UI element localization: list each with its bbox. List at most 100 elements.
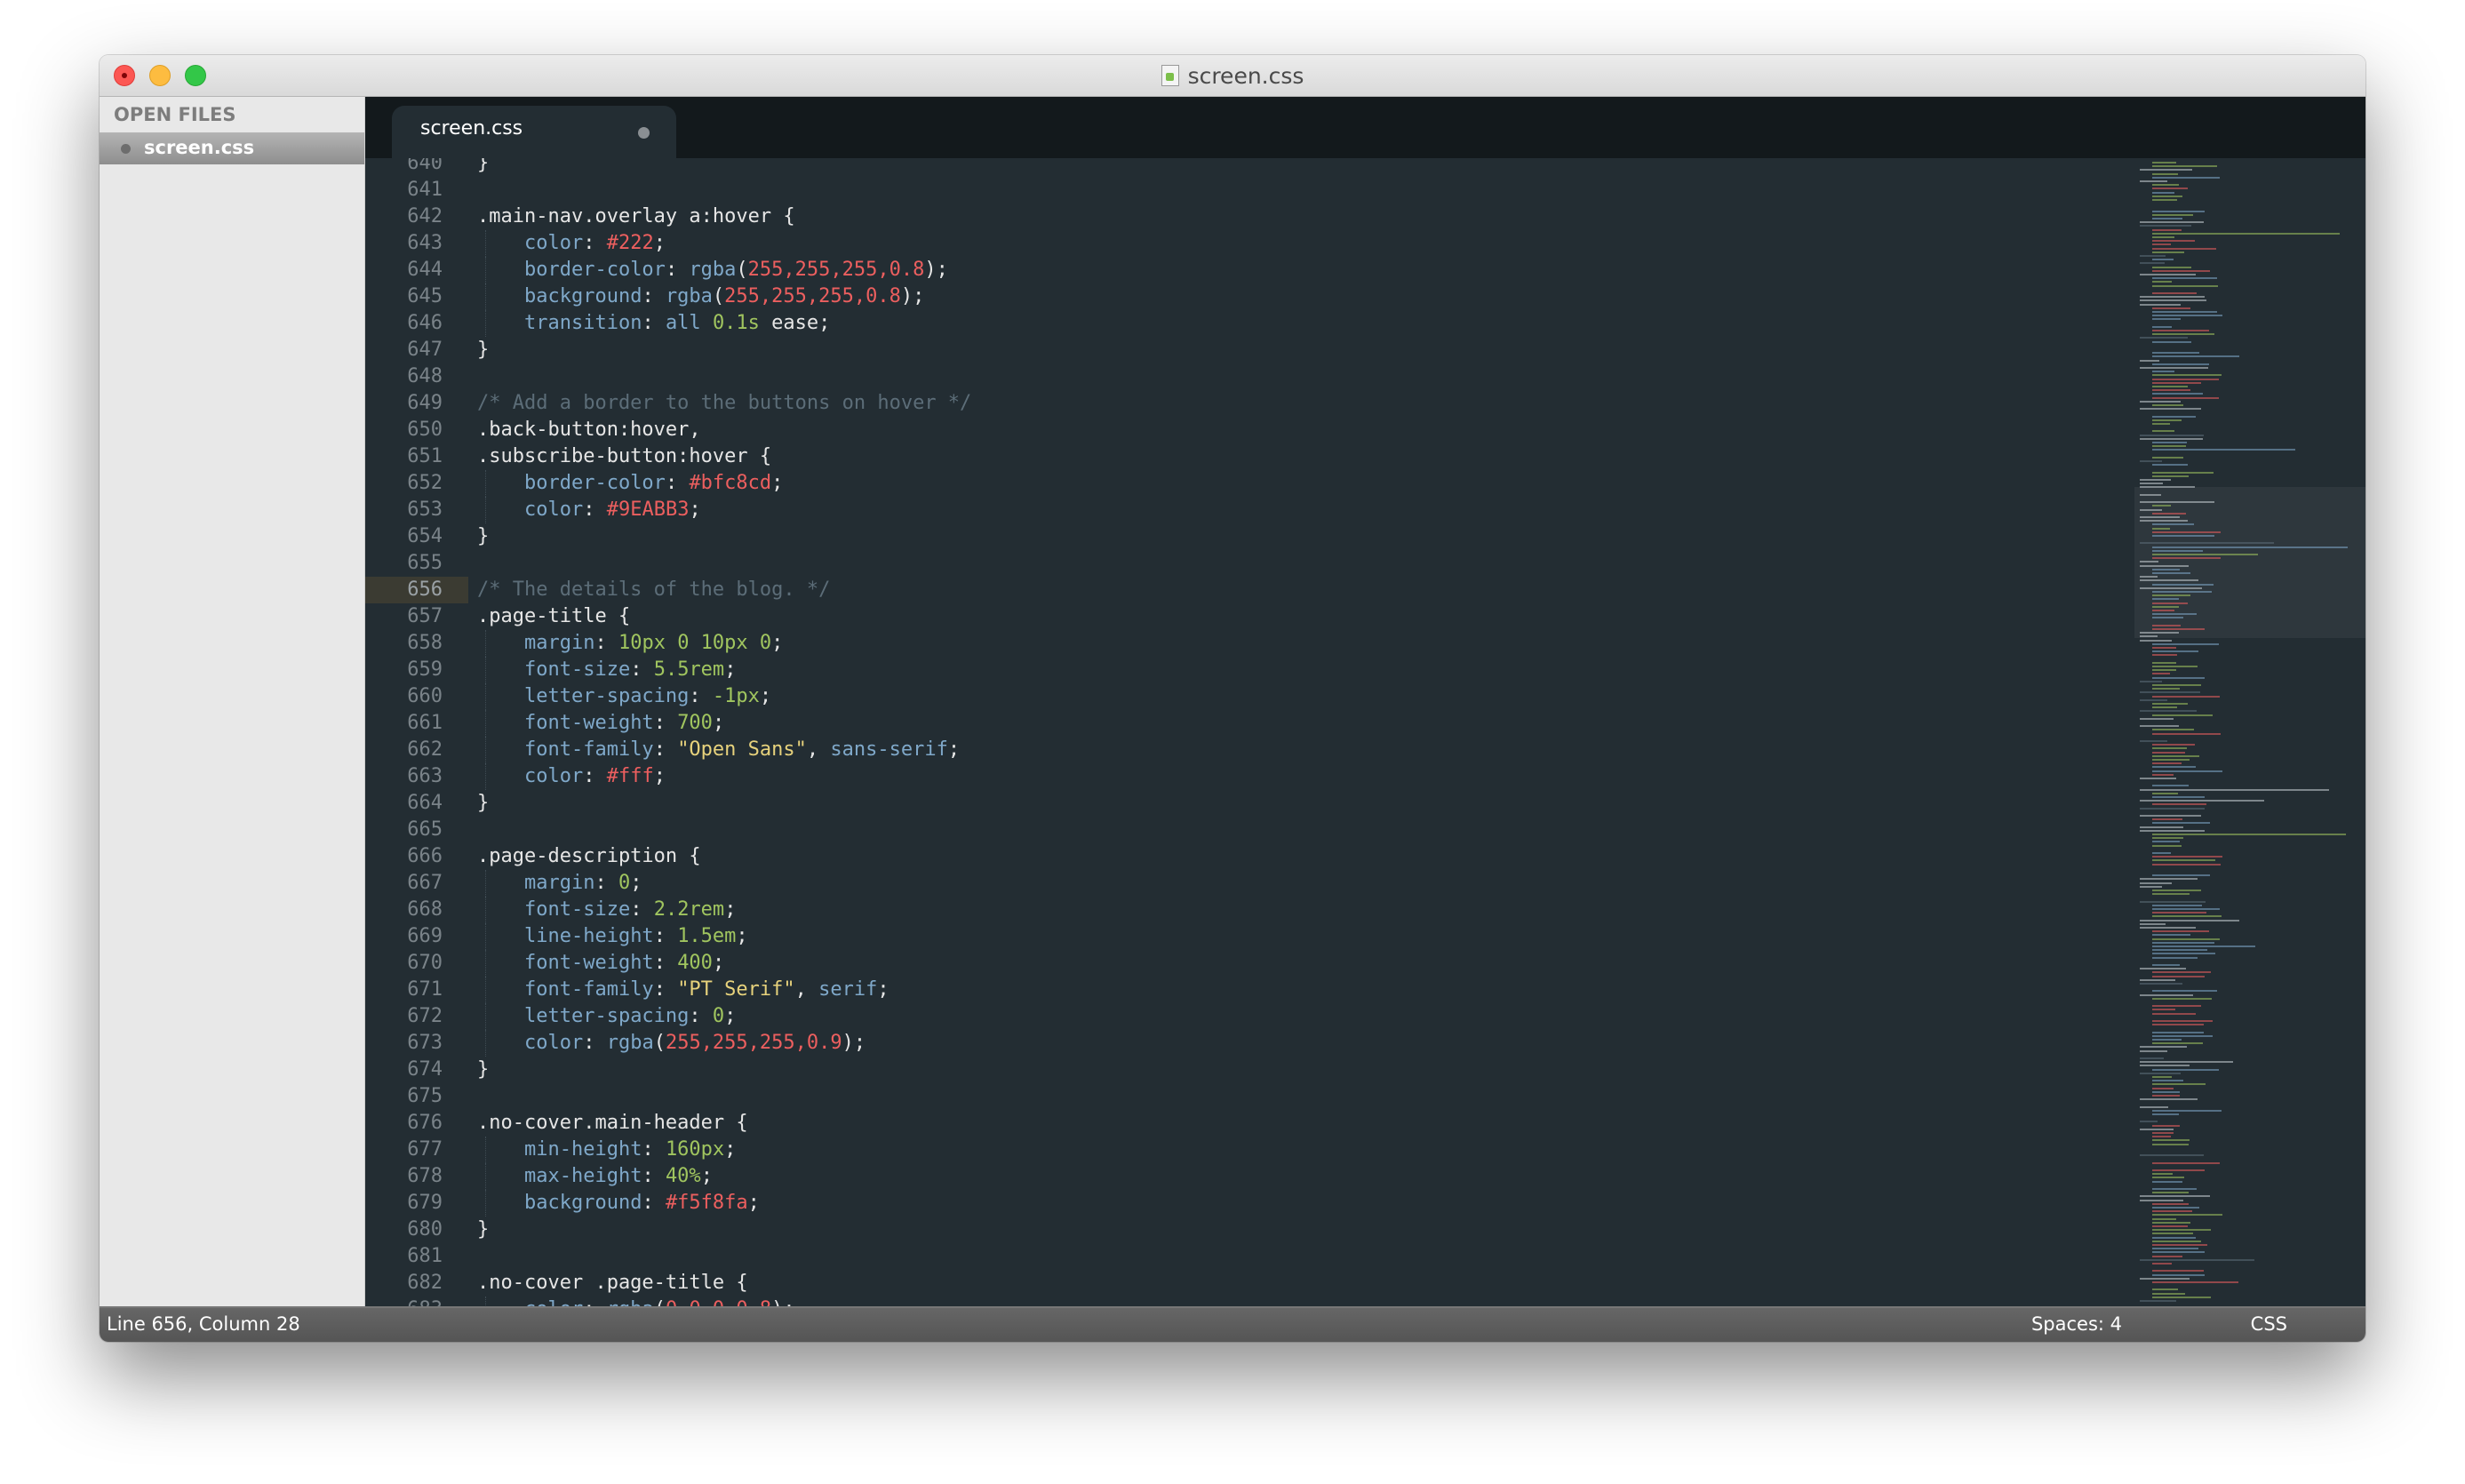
code-line[interactable]: 652 border-color: #bfc8cd;: [365, 470, 2134, 497]
code-line[interactable]: 659 font-size: 5.5rem;: [365, 657, 2134, 683]
minimap-line: [2152, 1248, 2198, 1249]
code-line[interactable]: 662 font-family: "Open Sans", sans-serif…: [365, 737, 2134, 763]
code-line[interactable]: 668 font-size: 2.2rem;: [365, 897, 2134, 923]
code-line[interactable]: 670 font-weight: 400;: [365, 950, 2134, 977]
code-line[interactable]: 655: [365, 550, 2134, 577]
minimap-line: [2152, 430, 2174, 432]
code-line[interactable]: 665: [365, 817, 2134, 843]
line-text: .subscribe-button:hover {: [468, 443, 771, 470]
minimap-line: [2152, 1256, 2182, 1257]
minimap-line: [2152, 382, 2201, 384]
code-line[interactable]: 679 background: #f5f8fa;: [365, 1190, 2134, 1217]
token-punc: ;: [736, 925, 747, 947]
code-line[interactable]: 661 font-weight: 700;: [365, 710, 2134, 737]
code-line[interactable]: 651.subscribe-button:hover {: [365, 443, 2134, 470]
minimap-line: [2152, 766, 2196, 768]
token-prop: min-height: [524, 1138, 642, 1161]
code-line[interactable]: 654}: [365, 523, 2134, 550]
code-line[interactable]: 646 transition: all 0.1s ease;: [365, 310, 2134, 337]
code-line[interactable]: 664}: [365, 790, 2134, 817]
minimap-line: [2152, 307, 2190, 309]
cursor-position: Line 656, Column 28: [107, 1313, 300, 1335]
code-line[interactable]: 645 background: rgba(255,255,255,0.8);: [365, 283, 2134, 310]
code-line[interactable]: 658 margin: 10px 0 10px 0;: [365, 630, 2134, 657]
token-cm: /* Add a border to the buttons on hover …: [477, 392, 971, 414]
minimap-line: [2152, 591, 2212, 593]
code-line[interactable]: 681: [365, 1243, 2134, 1270]
indentation-setting[interactable]: Spaces: 4: [2031, 1313, 2122, 1335]
code-area[interactable]: 640}641642.main-nav.overlay a:hover {643…: [365, 158, 2134, 1308]
code-line[interactable]: 680}: [365, 1217, 2134, 1243]
token-punc: (: [654, 1032, 666, 1054]
minimap-line: [2152, 584, 2214, 586]
minimap-line: [2140, 460, 2162, 462]
code-line[interactable]: 671 font-family: "PT Serif", serif;: [365, 977, 2134, 1003]
code-line[interactable]: 672 letter-spacing: 0;: [365, 1003, 2134, 1030]
code-line[interactable]: 642.main-nav.overlay a:hover {: [365, 203, 2134, 230]
token-prop: line-height: [524, 925, 654, 947]
code-line[interactable]: 677 min-height: 160px;: [365, 1137, 2134, 1163]
token-ind: [477, 765, 524, 787]
token-prop: border-color: [524, 472, 666, 494]
token-num: 400: [677, 952, 713, 974]
token-punc: :: [642, 285, 666, 307]
minimap-line: [2152, 1020, 2213, 1022]
minimap[interactable]: [2134, 158, 2365, 1308]
minimap-line: [2152, 165, 2217, 167]
sidebar-file-screen-css[interactable]: screen.css: [100, 132, 364, 164]
minimap-line: [2140, 579, 2198, 581]
code-line[interactable]: 673 color: rgba(255,255,255,0.9);: [365, 1030, 2134, 1057]
token-sel: .no-cover .page-title {: [477, 1272, 748, 1294]
code-line[interactable]: 669 line-height: 1.5em;: [365, 923, 2134, 950]
minimap-line: [2152, 1110, 2222, 1112]
code-line[interactable]: 682.no-cover .page-title {: [365, 1270, 2134, 1297]
minimap-line: [2140, 1300, 2176, 1302]
indent-guide: [485, 1030, 486, 1057]
minimap-line: [2152, 912, 2206, 914]
tab-screen-css[interactable]: screen.css: [392, 106, 676, 158]
code-line[interactable]: 648: [365, 363, 2134, 390]
minimap-line: [2140, 561, 2158, 562]
code-line[interactable]: 650.back-button:hover,: [365, 417, 2134, 443]
unsaved-dot-icon[interactable]: [638, 127, 650, 139]
token-punc: :: [642, 1138, 666, 1161]
code-line[interactable]: 666.page-description {: [365, 843, 2134, 870]
minimap-line: [2152, 774, 2174, 776]
code-line[interactable]: 656/* The details of the blog. */: [365, 577, 2134, 603]
token-fn: rgba: [689, 259, 736, 281]
code-line[interactable]: 660 letter-spacing: -1px;: [365, 683, 2134, 710]
minimap-line: [2152, 934, 2190, 936]
code-line[interactable]: 640}: [365, 158, 2134, 177]
code-line[interactable]: 663 color: #fff;: [365, 763, 2134, 790]
minimap-viewport[interactable]: [2134, 487, 2365, 638]
code-line[interactable]: 653 color: #9EABB3;: [365, 497, 2134, 523]
minimap-line: [2140, 725, 2179, 727]
line-text: .page-description {: [468, 843, 701, 870]
minimap-line: [2140, 635, 2158, 637]
syntax-selector[interactable]: CSS: [2251, 1313, 2287, 1335]
line-number: 643: [365, 230, 468, 257]
minimap-line: [2152, 311, 2217, 313]
code-line[interactable]: 643 color: #222;: [365, 230, 2134, 257]
minimap-line: [2152, 945, 2255, 947]
minimap-line: [2152, 259, 2174, 260]
token-punc: [701, 312, 713, 334]
code-line[interactable]: 675: [365, 1083, 2134, 1110]
minimap-line: [2140, 486, 2195, 488]
minimap-line: [2152, 162, 2176, 164]
line-text: .page-title {: [468, 603, 630, 630]
token-punc: :: [654, 925, 678, 947]
code-line[interactable]: 678 max-height: 40%;: [365, 1163, 2134, 1190]
code-line[interactable]: 647}: [365, 337, 2134, 363]
minimap-line: [2140, 640, 2172, 642]
minimap-line: [2152, 371, 2174, 372]
code-line[interactable]: 676.no-cover.main-header {: [365, 1110, 2134, 1137]
code-line[interactable]: 641: [365, 177, 2134, 203]
code-line[interactable]: 649/* Add a border to the buttons on hov…: [365, 390, 2134, 417]
minimap-line: [2152, 248, 2216, 250]
code-line[interactable]: 644 border-color: rgba(255,255,255,0.8);: [365, 257, 2134, 283]
code-line[interactable]: 667 margin: 0;: [365, 870, 2134, 897]
code-line[interactable]: 657.page-title {: [365, 603, 2134, 630]
code-line[interactable]: 674}: [365, 1057, 2134, 1083]
token-punc: ;: [713, 952, 724, 974]
